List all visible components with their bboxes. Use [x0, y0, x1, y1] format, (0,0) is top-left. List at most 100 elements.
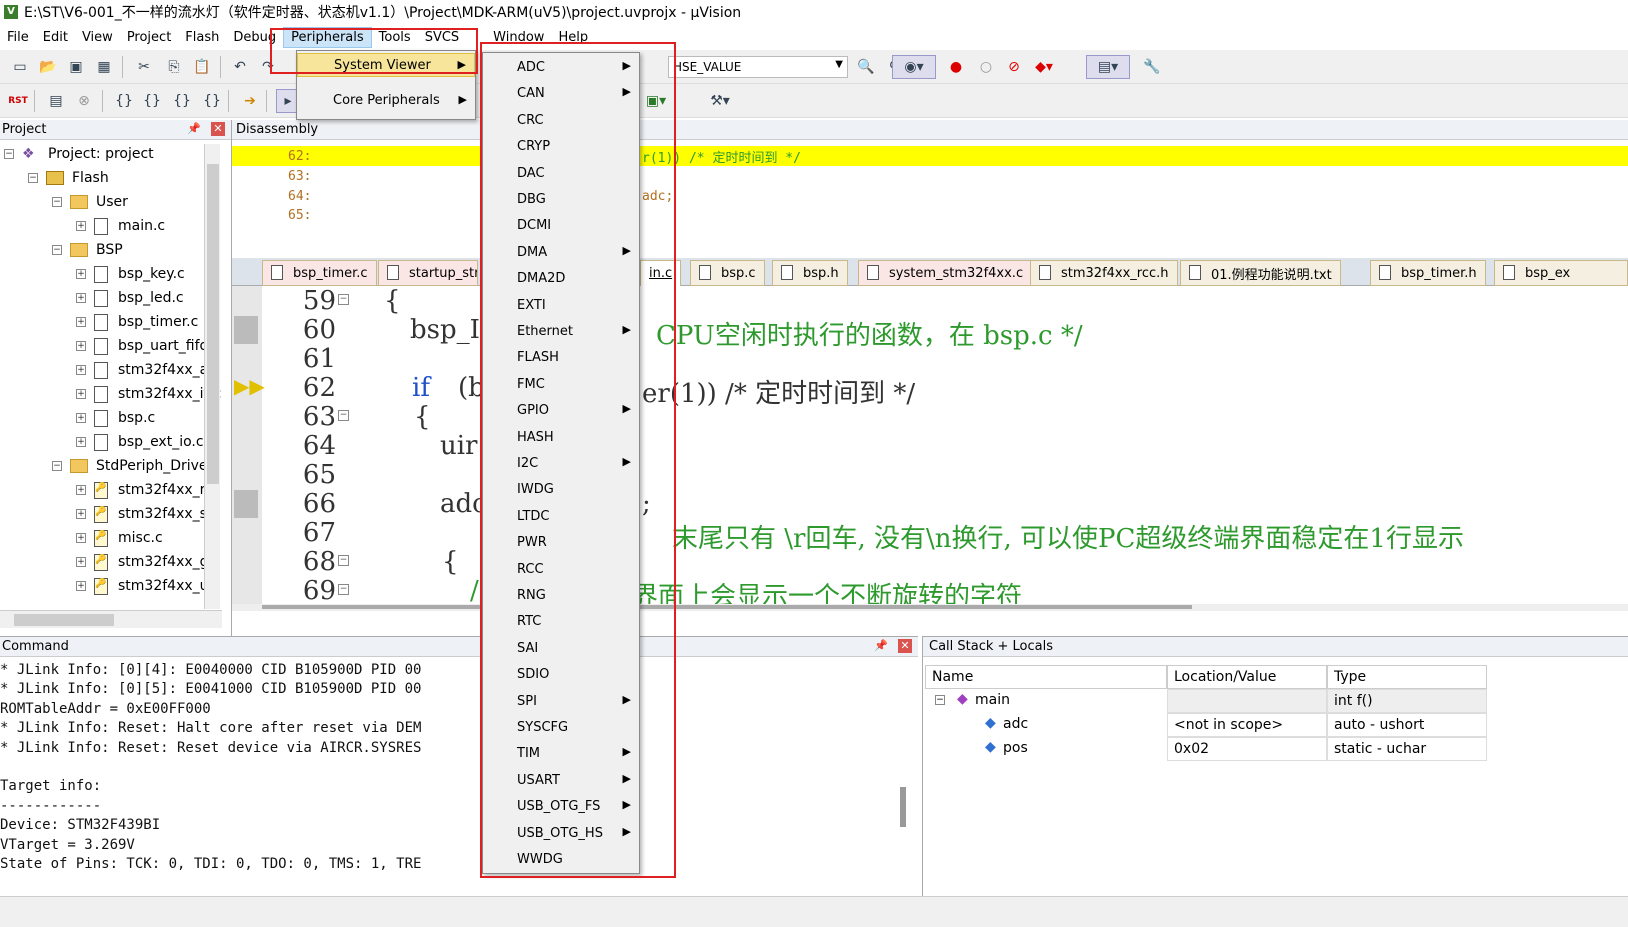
find-in-files-icon[interactable]: 🔍 — [854, 55, 878, 79]
tab-startup[interactable]: startup_str — [378, 260, 478, 286]
pin-icon[interactable]: 📌 — [187, 122, 201, 135]
menu-view[interactable]: View — [75, 28, 120, 47]
expand-icon[interactable]: + — [76, 293, 86, 303]
tree-item[interactable]: − User — [52, 190, 128, 214]
collapse-icon[interactable]: − — [28, 173, 38, 183]
run-icon[interactable]: ▤ — [44, 89, 68, 113]
tree-item[interactable]: + bsp_key.c — [76, 262, 185, 286]
tab-bsp-timer-c[interactable]: bsp_timer.c — [262, 260, 377, 286]
menu-item-ethernet[interactable]: Ethernet ▶ — [483, 319, 639, 345]
menu-window[interactable]: Window — [486, 28, 551, 47]
menu-item-dma[interactable]: DMA ▶ — [483, 240, 639, 266]
tab-bsp-ext[interactable]: bsp_ex — [1494, 260, 1628, 286]
menu-item-rng[interactable]: RNG — [483, 583, 639, 609]
tree-horizontal-scrollbar[interactable] — [0, 610, 222, 628]
menu-item-usb-otg-hs[interactable]: USB_OTG_HS ▶ — [483, 821, 639, 847]
menu-item-cryp[interactable]: CRYP — [483, 134, 639, 160]
find-combo[interactable]: HSE_VALUE ▼ — [668, 56, 848, 78]
debug-session-icon[interactable]: ◉▾ — [892, 55, 936, 79]
tree-item[interactable]: + 🔑 stm32f4xx_us — [76, 574, 216, 598]
configure-icon[interactable]: 🔧 — [1140, 55, 1164, 79]
menu-item-pwr[interactable]: PWR — [483, 530, 639, 556]
tab-system-stm32f4xx-c[interactable]: system_stm32f4xx.c — [858, 260, 1033, 286]
tree-item[interactable]: + 🔑 stm32f4xx_gp — [76, 550, 217, 574]
menu-item-tim[interactable]: TIM ▶ — [483, 741, 639, 767]
expand-icon[interactable]: + — [76, 317, 86, 327]
step-over-icon[interactable]: {} — [140, 89, 164, 113]
disable-breakpoint-icon[interactable]: ○ — [974, 55, 998, 79]
show-next-statement-icon[interactable]: ➔ — [238, 89, 262, 113]
expand-icon[interactable]: + — [76, 557, 86, 567]
kill-breakpoints-icon[interactable]: ⊘ — [1002, 55, 1026, 79]
callstack-row-main[interactable]: − ◆ main — [925, 689, 1167, 713]
tab-readme-txt[interactable]: 01.例程功能说明.txt — [1180, 260, 1341, 286]
expand-icon[interactable]: + — [76, 269, 86, 279]
menu-item-dma2d[interactable]: DMA2D — [483, 266, 639, 292]
menu-help[interactable]: Help — [551, 28, 595, 47]
menu-item-i2c[interactable]: I2C ▶ — [483, 451, 639, 477]
expand-icon[interactable]: + — [76, 533, 86, 543]
menu-item-rtc[interactable]: RTC — [483, 609, 639, 635]
expand-icon[interactable]: + — [76, 581, 86, 591]
tree-item[interactable]: + bsp_ext_io.c — [76, 430, 204, 454]
cut-icon[interactable]: ✂ — [132, 55, 156, 79]
tree-item[interactable]: + bsp_uart_fifo. — [76, 334, 212, 358]
tab-bsp-timer-h[interactable]: bsp_timer.h — [1370, 260, 1486, 286]
tree-item[interactable]: + stm32f4xx_it.c — [76, 382, 221, 406]
menu-file[interactable]: File — [0, 28, 36, 47]
pin-icon[interactable]: 📌 — [874, 639, 888, 652]
disasm-line-current[interactable]: 62: — [232, 146, 1628, 166]
menu-item-syscfg[interactable]: SYSCFG — [483, 715, 639, 741]
menu-item-iwdg[interactable]: IWDG — [483, 477, 639, 503]
paste-icon[interactable]: 📋 — [190, 55, 214, 79]
close-icon[interactable]: ✕ — [898, 639, 912, 653]
menu-item-exti[interactable]: EXTI — [483, 293, 639, 319]
menu-item-rcc[interactable]: RCC — [483, 557, 639, 583]
callstack-row-pos[interactable]: ◆ pos — [925, 737, 1167, 761]
menu-svcs[interactable]: SVCS — [418, 28, 466, 47]
trace-icon[interactable]: ⚒▾ — [700, 89, 740, 113]
save-icon[interactable]: ▣ — [64, 55, 88, 79]
menu-item-dcmi[interactable]: DCMI — [483, 213, 639, 239]
expand-icon[interactable]: + — [76, 365, 86, 375]
tree-item[interactable]: + 🔑 stm32f4xx_rcc — [76, 478, 220, 502]
scrollbar-thumb[interactable] — [262, 605, 1192, 609]
command-scrollbar-thumb[interactable] — [900, 787, 906, 827]
step-into-icon[interactable]: {} — [112, 89, 136, 113]
menu-item-sdio[interactable]: SDIO — [483, 662, 639, 688]
run-to-cursor-icon[interactable]: {} — [200, 89, 224, 113]
code-editor[interactable]: ▶▶ 59−60 61 62 63−64 65 66 67 68−69− { bsp_I CP… — [232, 286, 1628, 611]
column-header-type[interactable]: Type — [1327, 665, 1487, 689]
fold-icon[interactable]: − — [338, 294, 349, 305]
tree-item[interactable]: + bsp.c — [76, 406, 155, 430]
menu-item-crc[interactable]: CRC — [483, 108, 639, 134]
tree-vertical-scrollbar[interactable] — [204, 144, 220, 609]
menu-peripherals[interactable]: Peripherals — [283, 26, 372, 48]
tab-bsp-h[interactable]: bsp.h — [772, 260, 848, 286]
menu-tools[interactable]: Tools — [372, 28, 418, 47]
tab-stm32f4xx-rcc-h[interactable]: stm32f4xx_rcc.h — [1030, 260, 1178, 286]
expand-icon[interactable]: + — [76, 485, 86, 495]
collapse-icon[interactable]: − — [935, 695, 945, 705]
tree-item[interactable]: + main.c — [76, 214, 165, 238]
disasm-line[interactable]: 65: — [232, 205, 311, 225]
menu-item-gpio[interactable]: GPIO ▶ — [483, 398, 639, 424]
bookmark-icon[interactable]: ◆▾ — [1032, 55, 1056, 79]
collapse-icon[interactable]: − — [52, 461, 62, 471]
tree-item[interactable]: + 🔑 misc.c — [76, 526, 163, 550]
menu-item-usart[interactable]: USART ▶ — [483, 768, 639, 794]
menu-item-sai[interactable]: SAI — [483, 636, 639, 662]
menu-item-hash[interactable]: HASH — [483, 425, 639, 451]
menu-edit[interactable]: Edit — [36, 28, 75, 47]
tree-item[interactable]: − ❖ Project: project — [4, 142, 154, 166]
column-header-location[interactable]: Location/Value — [1167, 665, 1327, 689]
tab-bsp-c[interactable]: bsp.c — [690, 260, 765, 286]
collapse-icon[interactable]: − — [52, 197, 62, 207]
disasm-line[interactable]: 63: — [232, 166, 311, 186]
collapse-icon[interactable]: − — [4, 149, 14, 159]
tree-item[interactable]: + stm32f4xx_as: — [76, 358, 220, 382]
menu-item-core-peripherals[interactable]: Core Peripherals ▶ — [297, 89, 475, 113]
menu-item-dac[interactable]: DAC — [483, 161, 639, 187]
tab-main-c[interactable]: in.c — [640, 260, 682, 286]
step-out-icon[interactable]: {} — [170, 89, 194, 113]
